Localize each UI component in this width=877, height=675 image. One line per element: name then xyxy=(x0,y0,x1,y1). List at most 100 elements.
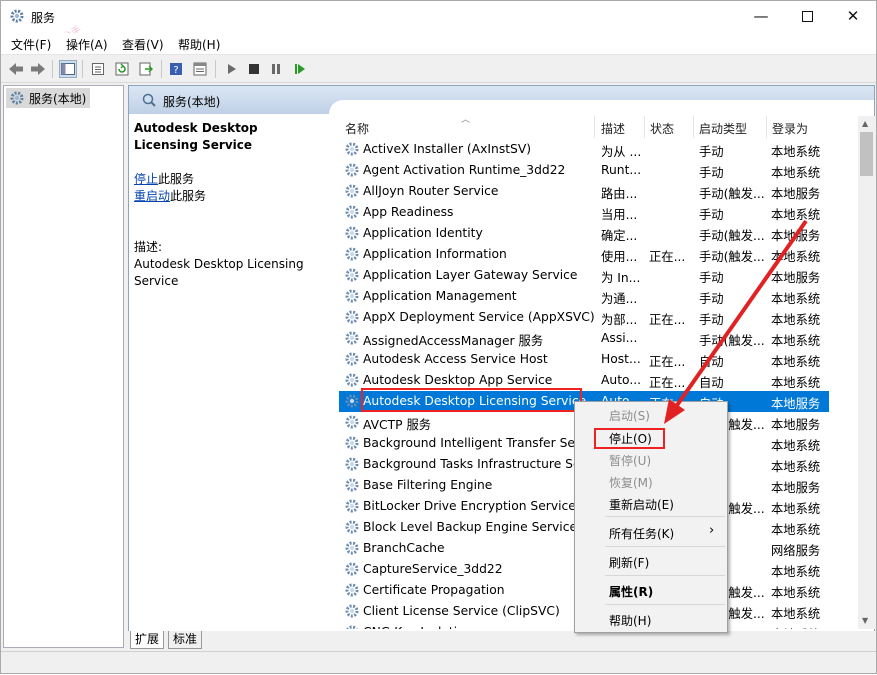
cell-name: CaptureService_3dd22 xyxy=(363,562,503,576)
export-list-icon xyxy=(139,62,153,76)
service-gear-icon xyxy=(345,310,359,324)
cell-name: Background Intelligent Transfer Service xyxy=(363,436,595,450)
toolbar-separator xyxy=(82,60,83,78)
service-gear-icon xyxy=(345,352,359,366)
restart-service-link[interactable]: 重启动 xyxy=(134,189,170,203)
description-text: Autodesk Desktop Licensing Service xyxy=(134,257,304,288)
cell-logon-as: 本地服务 xyxy=(771,229,821,243)
cell-name: AllJoyn Router Service xyxy=(363,184,499,198)
pause-service-button[interactable] xyxy=(267,60,285,78)
cell-name: Base Filtering Engine xyxy=(363,478,493,492)
cell-description: 为通... xyxy=(601,292,638,306)
search-services-icon xyxy=(142,93,156,107)
table-row[interactable]: Application Management 为通... 手动 本地系统 xyxy=(339,286,829,307)
table-row[interactable]: Autodesk Access Service Host Host... 正在...… xyxy=(339,349,829,370)
column-divider[interactable] xyxy=(594,116,595,138)
column-header-status[interactable]: 状态 xyxy=(650,120,674,137)
cell-status: 正在... xyxy=(649,355,686,369)
refresh-icon xyxy=(115,62,129,76)
cell-logon-as: 本地系统 xyxy=(771,565,821,579)
menu-item-all-tasks[interactable]: 所有任务(K) xyxy=(609,525,674,542)
table-row[interactable]: Application Layer Gateway Service 为 In...… xyxy=(339,265,829,286)
column-divider[interactable] xyxy=(766,116,767,138)
service-gear-icon xyxy=(345,184,359,198)
service-gear-icon xyxy=(345,415,359,429)
show-action-pane-button[interactable] xyxy=(191,60,209,78)
menu-view[interactable]: 查看(V) xyxy=(122,36,164,53)
tab-standard[interactable]: 标准 xyxy=(168,631,203,649)
tab-extended[interactable]: 扩展 xyxy=(130,631,165,649)
refresh-button[interactable] xyxy=(113,60,131,78)
column-header-logon-as[interactable]: 登录为 xyxy=(772,120,808,137)
cell-name: Certificate Propagation xyxy=(363,583,505,597)
menu-item-restart[interactable]: 重新启动(E) xyxy=(609,496,674,513)
service-gear-icon xyxy=(345,562,359,576)
column-divider[interactable] xyxy=(693,116,694,138)
cell-description: 确定... xyxy=(601,229,638,243)
vertical-scrollbar[interactable]: ▲ ▼ xyxy=(858,116,875,629)
properties-button[interactable] xyxy=(89,60,107,78)
menu-item-pause[interactable]: 暂停(U) xyxy=(609,452,651,469)
status-bar xyxy=(1,651,876,673)
cell-name: BranchCache xyxy=(363,541,445,555)
column-header-description[interactable]: 描述 xyxy=(601,120,625,137)
cell-description: 为从 ... xyxy=(601,145,642,159)
tree-node-services-local[interactable]: 服务(本地) xyxy=(6,88,90,108)
cell-startup-type: 自动 xyxy=(699,355,724,369)
column-divider[interactable] xyxy=(644,116,645,138)
menu-item-resume[interactable]: 恢复(M) xyxy=(609,474,653,491)
help-button[interactable]: ? xyxy=(167,60,185,78)
context-menu: 启动(S) 停止(O) 暂停(U) 恢复(M) 重新启动(E) 所有任务(K) … xyxy=(574,401,728,633)
toolbar-separator xyxy=(161,60,162,78)
table-row[interactable]: AllJoyn Router Service 路由... 手动(触发... 本地服务 xyxy=(339,181,829,202)
service-gear-icon xyxy=(345,604,359,618)
maximize-button[interactable] xyxy=(784,1,830,31)
column-header-name[interactable]: 名称 xyxy=(345,120,369,137)
back-button[interactable] xyxy=(7,60,25,78)
column-header-startup-type[interactable]: 启动类型 xyxy=(699,120,747,137)
table-row[interactable]: Agent Activation Runtime_3dd22 Runt... 手动 本… xyxy=(339,160,829,181)
table-row[interactable]: AssignedAccessManager 服务 Assi... 手动(触发... 本… xyxy=(339,328,829,349)
close-button[interactable]: ✕ xyxy=(830,1,876,31)
restart-service-button[interactable] xyxy=(291,60,309,78)
scroll-down-icon[interactable]: ▼ xyxy=(862,616,868,625)
scrollbar-thumb[interactable] xyxy=(860,132,873,176)
stop-service-link[interactable]: 停止 xyxy=(134,172,158,186)
menu-item-help[interactable]: 帮助(H) xyxy=(609,612,651,629)
cell-startup-type: 手动 xyxy=(699,208,724,222)
table-row[interactable]: AppX Deployment Service (AppXSVC) 为部... 正在… xyxy=(339,307,829,328)
menu-item-start[interactable]: 启动(S) xyxy=(609,407,650,424)
table-row[interactable]: Application Information 使用... 正在... 手动(触发..… xyxy=(339,244,829,265)
stop-service-button[interactable] xyxy=(245,60,263,78)
menu-action[interactable]: 操作(A) xyxy=(66,36,108,53)
service-gear-icon xyxy=(345,583,359,597)
service-gear-icon xyxy=(346,625,358,629)
cell-name: CNG Key Isolation xyxy=(363,625,595,629)
minimize-button[interactable]: — xyxy=(738,1,784,31)
console-tree: 服务(本地) xyxy=(3,85,124,648)
menu-help[interactable]: 帮助(H) xyxy=(178,36,220,53)
cell-name: Agent Activation Runtime_3dd22 xyxy=(363,163,566,177)
table-row[interactable]: App Readiness 当用... 手动 本地系统 xyxy=(339,202,829,223)
show-hide-console-tree-button[interactable] xyxy=(59,60,77,78)
menu-item-properties[interactable]: 属性(R) xyxy=(609,583,653,600)
service-gear-icon xyxy=(345,163,359,177)
menu-separator xyxy=(605,604,725,605)
cell-description: 路由... xyxy=(601,187,638,201)
menu-file[interactable]: 文件(F) xyxy=(11,36,51,53)
menu-item-stop[interactable]: 停止(O) xyxy=(609,430,652,447)
menu-item-refresh[interactable]: 刷新(F) xyxy=(609,554,649,571)
cell-startup-type: 手动 xyxy=(699,166,724,180)
service-gear-icon xyxy=(345,394,359,408)
action-pane-icon xyxy=(193,62,207,76)
start-service-button[interactable] xyxy=(223,60,241,78)
services-gear-icon xyxy=(10,9,24,23)
export-list-button[interactable] xyxy=(137,60,155,78)
cell-name: AVCTP 服务 xyxy=(363,418,432,432)
cell-startup-type: 手动(触发... xyxy=(699,334,765,348)
forward-button[interactable] xyxy=(29,60,47,78)
table-row[interactable]: Application Identity 确定... 手动(触发... 本地服务 xyxy=(339,223,829,244)
cell-name: AssignedAccessManager 服务 xyxy=(363,334,544,348)
scroll-up-icon[interactable]: ▲ xyxy=(862,119,868,128)
table-row[interactable]: ActiveX Installer (AxInstSV) 为从 ... 手动 本地系统 xyxy=(339,139,829,160)
